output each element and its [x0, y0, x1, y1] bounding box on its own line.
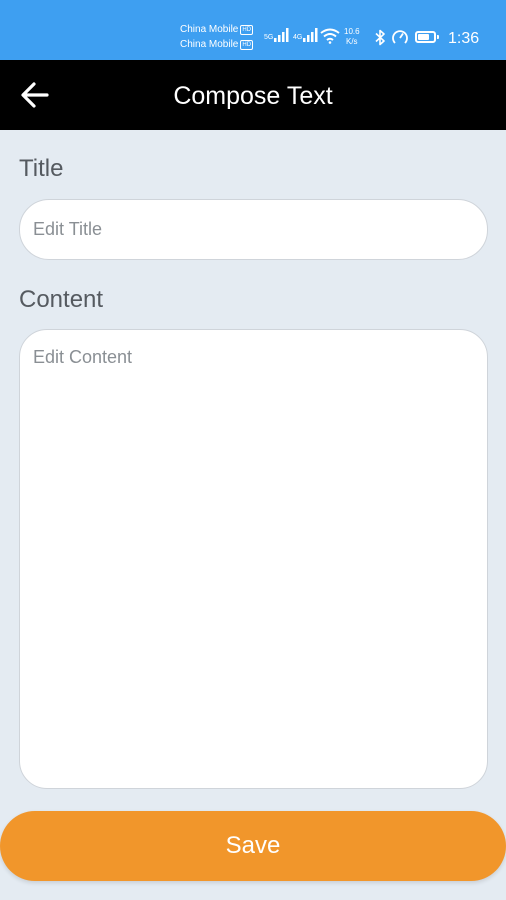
- title-input[interactable]: [19, 199, 488, 260]
- carrier-row: China Mobile HD: [180, 22, 254, 37]
- bluetooth-icon: [375, 29, 385, 46]
- cellular-signal-2: 4G: [293, 28, 319, 42]
- hd-badge: HD: [240, 39, 254, 50]
- content-textarea[interactable]: [19, 329, 488, 789]
- signal-bars-icon: [303, 28, 318, 42]
- status-bar: China Mobile HD China Mobile HD 5G 4G 10…: [0, 0, 506, 60]
- speed-unit: K/s: [346, 37, 358, 46]
- carrier-name: China Mobile: [180, 39, 239, 50]
- signal-bars-icon: [274, 28, 289, 42]
- network-type-label: 4G: [293, 34, 303, 41]
- carrier-name: China Mobile: [180, 24, 239, 35]
- network-type-label: 5G: [264, 34, 274, 41]
- battery-tip: [437, 35, 439, 39]
- title-label: Title: [19, 155, 64, 182]
- back-button[interactable]: [14, 74, 56, 116]
- cellular-signal-1: 5G: [264, 28, 290, 42]
- clock: 1:36: [448, 30, 480, 47]
- network-speed: 10.6 K/s: [344, 27, 360, 47]
- speed-value: 10.6: [344, 27, 360, 36]
- arrow-left-icon: [21, 82, 49, 108]
- battery-level-fill: [418, 34, 429, 40]
- battery-icon: [415, 31, 439, 43]
- app-bar: Compose Text: [0, 60, 506, 130]
- hd-badge: HD: [240, 24, 254, 35]
- content-label: Content: [19, 286, 104, 313]
- carrier-info: China Mobile HD China Mobile HD: [180, 22, 254, 52]
- carrier-row: China Mobile HD: [180, 37, 254, 52]
- save-button[interactable]: Save: [0, 811, 506, 881]
- page-title: Compose Text: [173, 82, 333, 110]
- speedometer-icon: [392, 30, 408, 44]
- wifi-icon: [320, 28, 340, 44]
